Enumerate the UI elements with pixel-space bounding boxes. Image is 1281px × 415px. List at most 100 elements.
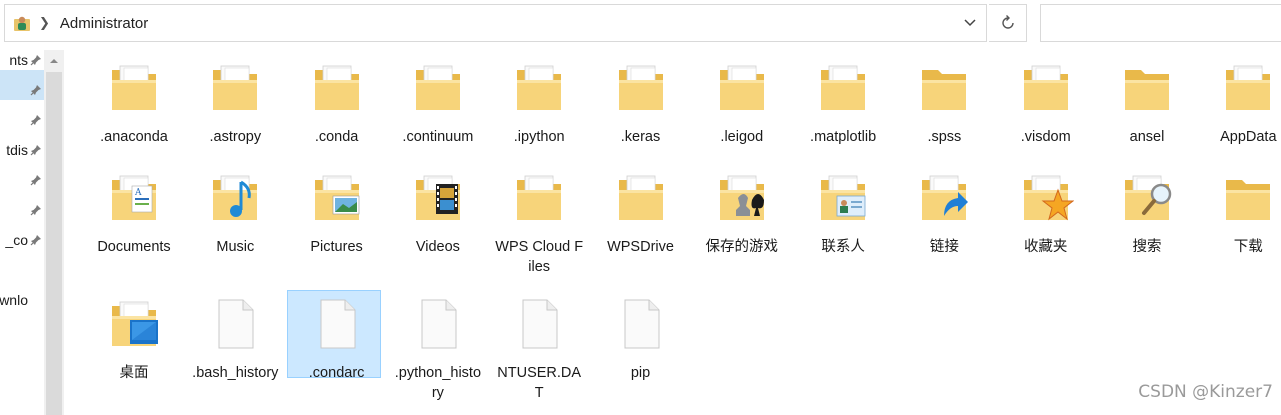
item-label: .leigod <box>720 129 764 145</box>
folder-item[interactable]: AppData <box>1202 60 1281 147</box>
item-label: ansel <box>1129 129 1165 145</box>
chevron-down-icon <box>964 19 976 27</box>
folder-icon <box>1226 180 1271 220</box>
folder-doc-icon <box>415 65 460 110</box>
item-label: .continuum <box>402 129 474 145</box>
refresh-button[interactable] <box>989 4 1027 42</box>
documents-folder-icon: A <box>112 175 156 220</box>
folder-doc-icon <box>618 175 663 220</box>
item-label: 桌面 <box>119 365 149 381</box>
searches-folder-icon <box>1125 175 1172 220</box>
folder-doc-icon <box>1023 65 1068 110</box>
folder-item[interactable]: .ipython <box>493 60 585 147</box>
svg-text:A: A <box>134 188 142 198</box>
item-label: .anaconda <box>100 129 168 145</box>
folder-item[interactable]: WPSDrive <box>595 170 687 257</box>
item-label: Videos <box>415 239 460 255</box>
nav-item[interactable] <box>0 200 44 222</box>
item-label: .keras <box>620 129 661 145</box>
folder-item[interactable]: WPS Cloud Files <box>493 170 585 277</box>
item-label: 下载 <box>1233 239 1263 255</box>
item-label: .spss <box>927 129 962 145</box>
folder-item[interactable]: 搜索 <box>1101 170 1193 257</box>
desktop-folder-icon <box>112 301 158 346</box>
file-item[interactable]: .python_history <box>392 296 484 403</box>
scroll-up-button[interactable] <box>44 50 64 70</box>
pin-icon <box>30 85 41 96</box>
favorites-folder-icon <box>1023 175 1075 221</box>
address-dropdown-button[interactable] <box>954 5 986 41</box>
folder-item[interactable]: .matplotlib <box>797 60 889 147</box>
folder-doc-icon <box>517 65 562 110</box>
folder-item[interactable]: .continuum <box>392 60 484 147</box>
item-label: .bash_history <box>192 365 279 381</box>
breadcrumb-current[interactable]: Administrator <box>60 15 954 32</box>
item-label: 联系人 <box>821 239 865 255</box>
file-item[interactable]: NTUSER.DAT <box>493 296 585 403</box>
nav-item[interactable]: ownlo <box>0 290 44 312</box>
chevron-up-icon <box>50 58 58 63</box>
item-label: Music <box>216 239 255 255</box>
search-input[interactable] <box>1041 5 1281 41</box>
item-label: 链接 <box>929 239 959 255</box>
file-icon <box>624 299 659 349</box>
item-label: Documents <box>97 239 171 255</box>
explorer-window: ❯ Administrator nts tdis _coownlo .anacond… <box>0 0 1281 415</box>
item-label: .matplotlib <box>810 129 877 145</box>
file-item[interactable]: .bash_history <box>189 296 281 383</box>
file-icon <box>421 299 457 349</box>
folder-item[interactable]: .anaconda <box>88 60 180 147</box>
folder-doc-icon <box>719 65 764 110</box>
item-label: 收藏夹 <box>1023 239 1068 255</box>
file-icon <box>522 299 558 349</box>
folder-doc-icon <box>314 65 359 110</box>
nav-item[interactable]: _co <box>0 230 44 252</box>
nav-item[interactable] <box>0 80 44 102</box>
file-item[interactable]: pip <box>595 296 687 383</box>
watermark: CSDN @Kinzer7 <box>1138 382 1273 402</box>
folder-item[interactable]: .astropy <box>189 60 281 147</box>
file-icon <box>218 299 254 349</box>
folder-item[interactable]: 链接 <box>898 170 990 257</box>
nav-scrollbar-thumb[interactable] <box>46 72 62 415</box>
address-bar[interactable]: ❯ Administrator <box>4 4 987 42</box>
pin-icon <box>30 115 41 126</box>
folder-item[interactable]: 桌面 <box>88 296 180 383</box>
breadcrumb-separator-icon[interactable]: ❯ <box>39 15 50 31</box>
item-label: Pictures <box>310 239 363 255</box>
folder-item[interactable]: .conda <box>291 60 383 147</box>
item-label: pip <box>630 365 651 381</box>
nav-item[interactable]: nts <box>0 50 44 72</box>
folder-item[interactable]: .visdom <box>1000 60 1092 147</box>
nav-item[interactable] <box>0 170 44 192</box>
nav-item[interactable]: tdis <box>0 140 44 162</box>
folder-item[interactable]: 保存的游戏 <box>696 170 788 257</box>
refresh-icon <box>1001 15 1014 29</box>
folder-item[interactable]: Videos <box>392 170 484 257</box>
folder-item[interactable]: A Documents <box>88 170 180 257</box>
folder-item[interactable]: Music <box>189 170 281 257</box>
navigation-pane: nts tdis _coownlo <box>0 50 64 415</box>
folder-item[interactable]: .leigod <box>696 60 788 147</box>
folder-item[interactable]: Pictures <box>291 170 383 257</box>
folder-item[interactable]: 联系人 <box>797 170 889 257</box>
item-label: .astropy <box>209 129 262 145</box>
file-item[interactable]: .condarc <box>286 290 383 383</box>
folder-doc-icon <box>618 65 663 110</box>
pin-icon <box>30 145 41 156</box>
folder-doc-icon <box>821 65 866 110</box>
folder-icon <box>922 70 967 110</box>
folder-item[interactable]: 下载 <box>1202 170 1281 257</box>
nav-item-label: _co <box>5 232 28 248</box>
pictures-folder-icon <box>314 175 359 220</box>
links-folder-icon <box>922 175 969 220</box>
contacts-folder-icon <box>821 175 866 220</box>
search-box[interactable] <box>1040 4 1281 42</box>
folder-item[interactable]: .keras <box>595 60 687 147</box>
file-grid: .anaconda .astropy .conda .continuum .ipytho… <box>84 56 1281 415</box>
folder-item[interactable]: .spss <box>898 60 990 147</box>
nav-item[interactable] <box>0 110 44 132</box>
item-label: WPS Cloud Files <box>495 239 584 275</box>
folder-item[interactable]: ansel <box>1101 60 1193 147</box>
folder-item[interactable]: 收藏夹 <box>1000 170 1092 257</box>
